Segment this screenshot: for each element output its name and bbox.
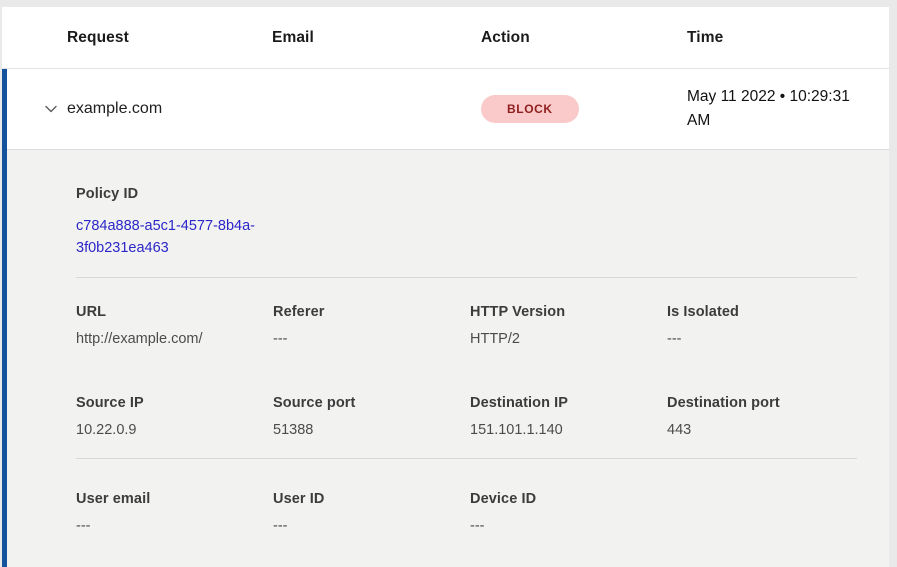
- divider: [76, 277, 857, 278]
- column-header-time: Time: [687, 29, 889, 47]
- user-id-field: User ID ---: [273, 491, 470, 534]
- policy-id-link[interactable]: c784a888-a5c1-4577-8b4a-3f0b231ea463: [76, 216, 281, 259]
- device-id-field: Device ID ---: [470, 491, 667, 534]
- active-row-accent-bar: [2, 69, 7, 567]
- detail-row-http: URL http://example.com/ Referer --- HTTP…: [76, 304, 857, 347]
- destination-port-value: 443: [667, 422, 864, 438]
- http-version-label: HTTP Version: [470, 304, 667, 320]
- policy-id-label: Policy ID: [76, 186, 857, 202]
- is-isolated-value: ---: [667, 331, 864, 347]
- request-details-panel: Policy ID c784a888-a5c1-4577-8b4a-3f0b23…: [2, 149, 889, 567]
- expanded-log-entry: example.com BLOCK May 11 2022 • 10:29:31…: [2, 69, 889, 567]
- source-ip-value: 10.22.0.9: [76, 422, 273, 438]
- timestamp: May 11 2022 • 10:29:31 AM: [687, 85, 873, 133]
- http-version-field: HTTP Version HTTP/2: [470, 304, 667, 347]
- destination-ip-label: Destination IP: [470, 395, 667, 411]
- user-email-label: User email: [76, 491, 273, 507]
- column-header-request: Request: [67, 29, 272, 47]
- detail-row-network: Source IP 10.22.0.9 Source port 51388 De…: [76, 395, 857, 438]
- http-version-value: HTTP/2: [470, 331, 667, 347]
- table-header-row: Request Email Action Time: [2, 7, 889, 69]
- is-isolated-label: Is Isolated: [667, 304, 864, 320]
- referer-label: Referer: [273, 304, 470, 320]
- source-ip-label: Source IP: [76, 395, 273, 411]
- user-email-field: User email ---: [76, 491, 273, 534]
- user-id-label: User ID: [273, 491, 470, 507]
- request-log-table: Request Email Action Time example.com BL…: [2, 7, 889, 567]
- is-isolated-field: Is Isolated ---: [667, 304, 864, 347]
- action-cell: BLOCK: [481, 95, 687, 123]
- source-ip-field: Source IP 10.22.0.9: [76, 395, 273, 438]
- device-id-value: ---: [470, 518, 667, 534]
- referer-value: ---: [273, 331, 470, 347]
- referer-field: Referer ---: [273, 304, 470, 347]
- action-status-badge: BLOCK: [481, 95, 579, 123]
- user-email-value: ---: [76, 518, 273, 534]
- user-id-value: ---: [273, 518, 470, 534]
- destination-ip-field: Destination IP 151.101.1.140: [470, 395, 667, 438]
- source-port-value: 51388: [273, 422, 470, 438]
- divider: [76, 458, 857, 459]
- destination-port-label: Destination port: [667, 395, 864, 411]
- url-field: URL http://example.com/: [76, 304, 273, 347]
- request-cell: example.com: [67, 100, 272, 118]
- detail-row-user: User email --- User ID --- Device ID ---: [76, 491, 857, 534]
- device-id-label: Device ID: [470, 491, 667, 507]
- column-header-action: Action: [481, 29, 687, 47]
- destination-ip-value: 151.101.1.140: [470, 422, 667, 438]
- url-label: URL: [76, 304, 273, 320]
- policy-id-field: Policy ID c784a888-a5c1-4577-8b4a-3f0b23…: [76, 186, 857, 259]
- table-row[interactable]: example.com BLOCK May 11 2022 • 10:29:31…: [2, 69, 889, 149]
- chevron-down-icon[interactable]: [40, 98, 62, 120]
- source-port-label: Source port: [273, 395, 470, 411]
- url-value: http://example.com/: [76, 331, 273, 347]
- source-port-field: Source port 51388: [273, 395, 470, 438]
- column-header-email: Email: [272, 29, 481, 47]
- time-cell: May 11 2022 • 10:29:31 AM: [687, 85, 889, 133]
- destination-port-field: Destination port 443: [667, 395, 864, 438]
